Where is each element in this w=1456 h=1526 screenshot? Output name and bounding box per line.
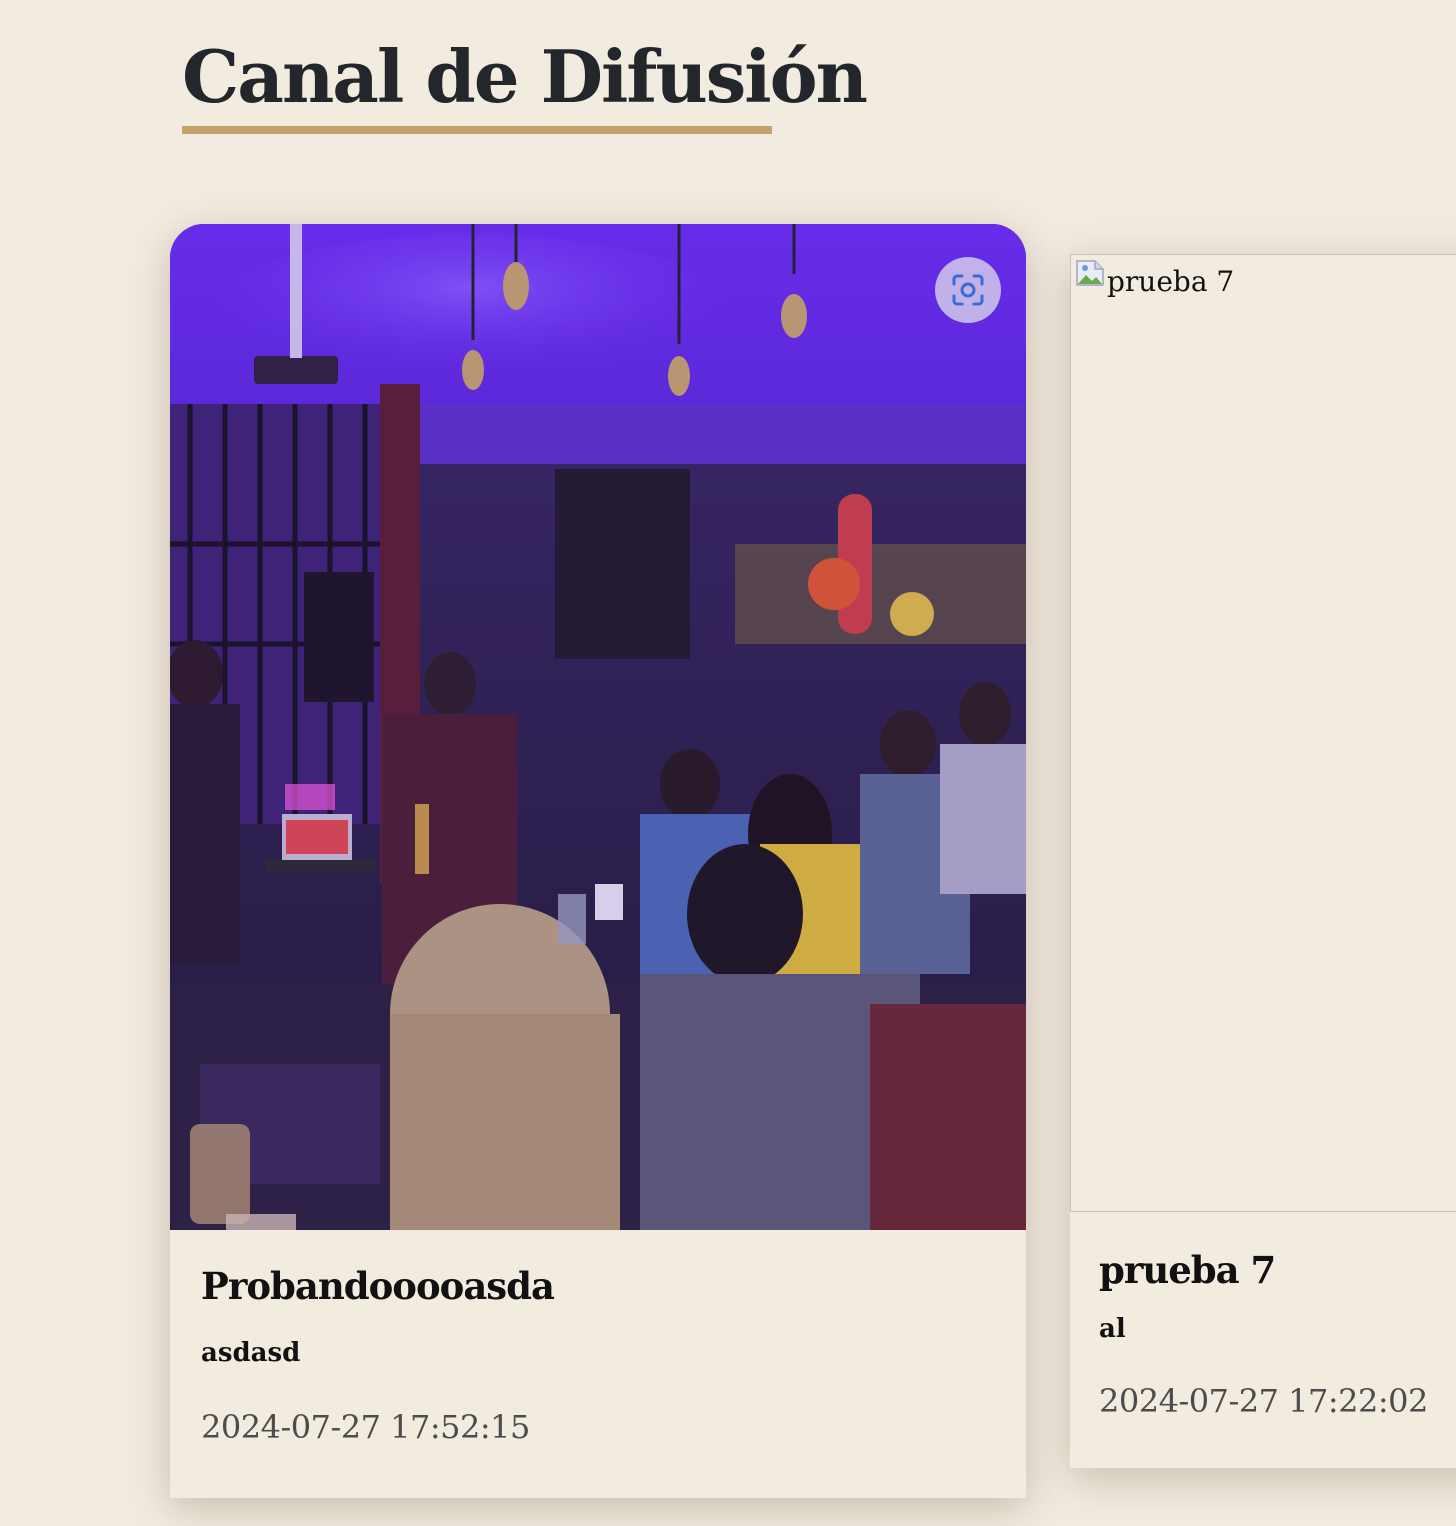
post-description: asdasd bbox=[201, 1338, 301, 1368]
post-card[interactable]: Probandooooasda asdasd 2024-07-27 17:52:… bbox=[170, 224, 1026, 1498]
post-title: Probandooooasda bbox=[201, 1264, 555, 1308]
post-date: 2024-07-27 17:22:02 bbox=[1099, 1382, 1428, 1420]
visual-search-button[interactable] bbox=[935, 257, 1001, 323]
image-alt-text: prueba 7 bbox=[1107, 265, 1235, 298]
post-photo[interactable] bbox=[170, 224, 1026, 1230]
post-image-broken[interactable]: prueba 7 bbox=[1070, 254, 1456, 1212]
title-underline bbox=[182, 126, 772, 134]
page-title: Canal de Difusión bbox=[182, 34, 868, 119]
visual-search-icon bbox=[952, 274, 984, 306]
post-description: al bbox=[1099, 1314, 1126, 1344]
broken-image-icon bbox=[1076, 260, 1104, 286]
post-card[interactable]: prueba 7 prueba 7 al 2024-07-27 17:22:02 bbox=[1070, 254, 1456, 1468]
post-date: 2024-07-27 17:52:15 bbox=[201, 1408, 530, 1446]
post-title: prueba 7 bbox=[1099, 1248, 1276, 1292]
